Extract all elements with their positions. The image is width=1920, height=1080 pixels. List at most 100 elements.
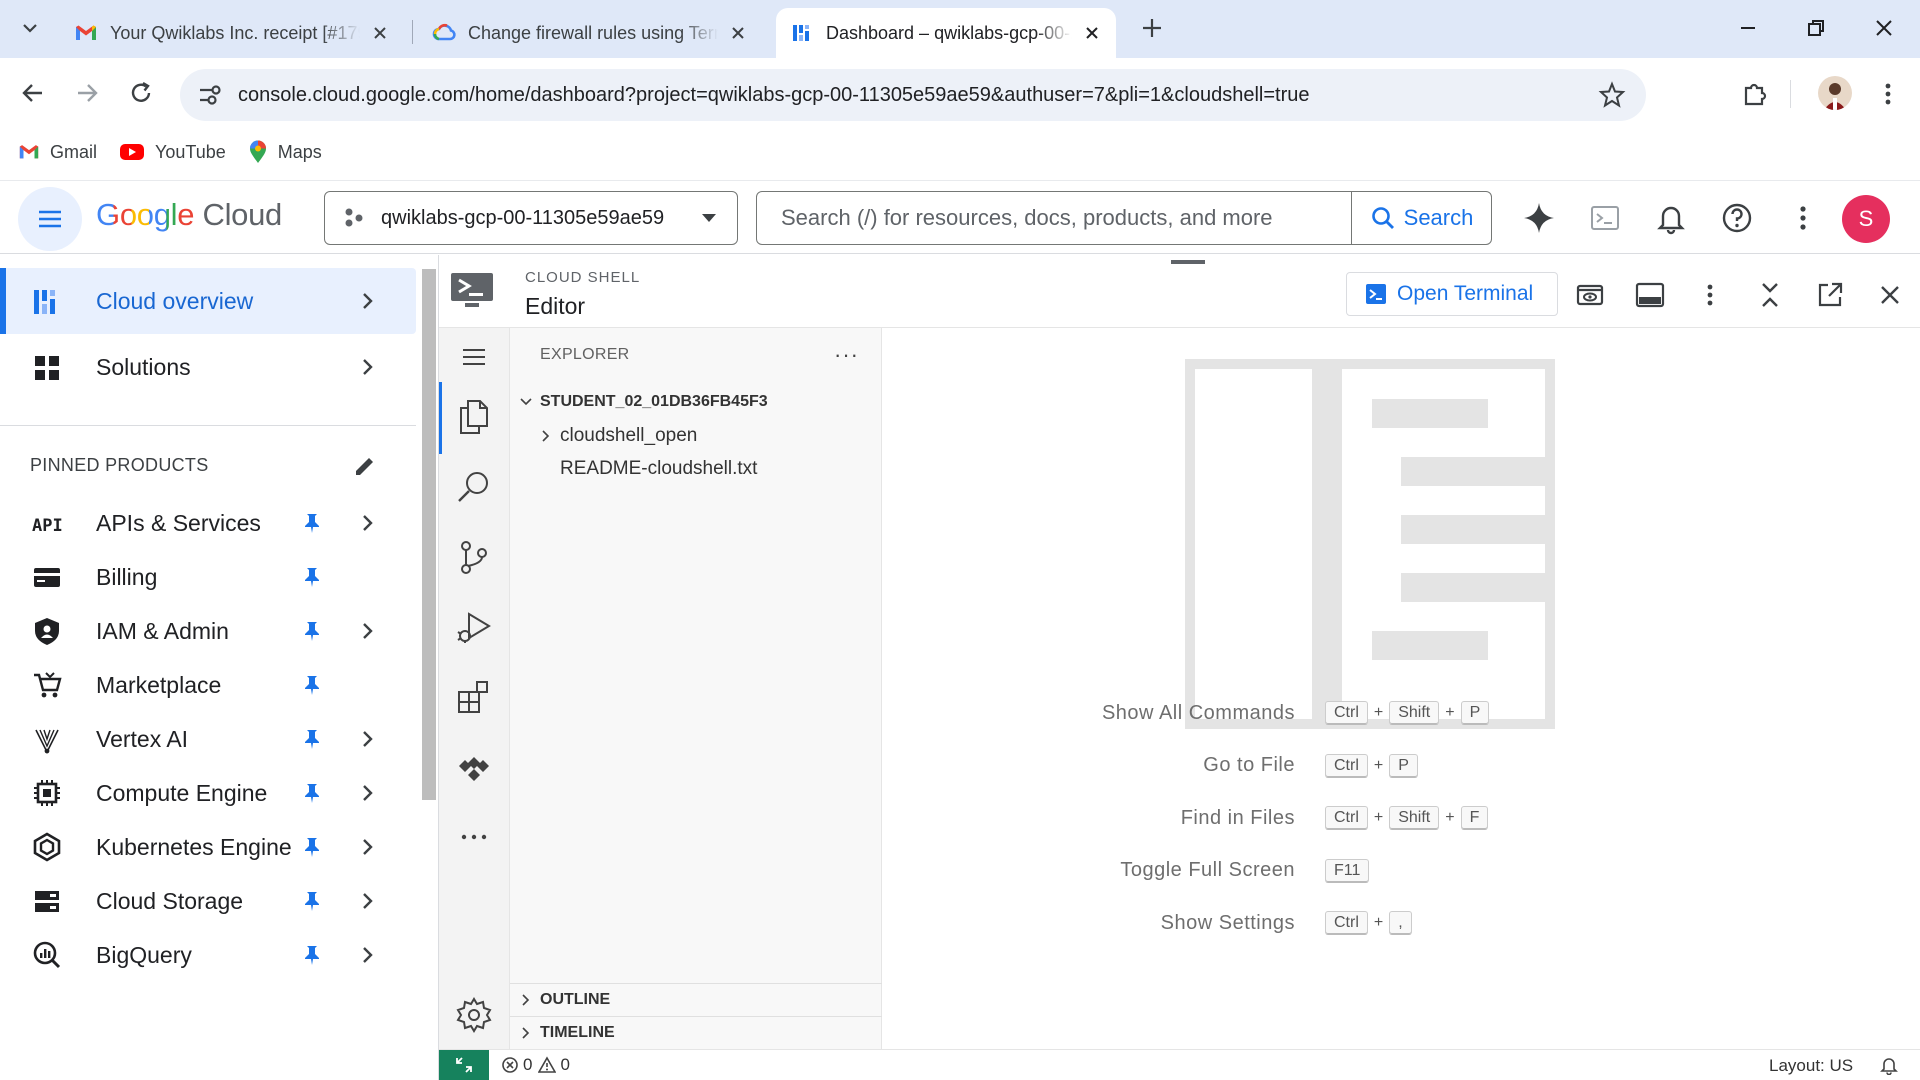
keyboard-layout-indicator[interactable]: Layout: US	[1769, 1056, 1853, 1076]
chevron-right-icon[interactable]	[356, 890, 378, 912]
nav-scrollbar[interactable]	[422, 269, 436, 800]
pinned-item-bigquery[interactable]: BigQuery	[0, 928, 416, 982]
open-new-window-icon[interactable]	[1815, 280, 1845, 310]
project-picker[interactable]: qwiklabs-gcp-00-11305e59ae59	[324, 191, 738, 245]
search-icon[interactable]	[455, 468, 493, 506]
chevron-right-icon[interactable]	[356, 836, 378, 858]
tree-item-folder[interactable]: cloudshell_open	[510, 420, 882, 452]
gemini-sparkle-icon[interactable]	[1522, 201, 1556, 235]
pinned-item-compute-engine[interactable]: Compute Engine	[0, 766, 416, 820]
browser-tab-1[interactable]: Change firewall rules using Terr	[418, 8, 762, 58]
close-icon[interactable]	[728, 23, 748, 43]
nav-divider	[0, 425, 416, 426]
source-control-icon[interactable]	[455, 538, 493, 576]
cloud-shell-icon[interactable]	[1588, 201, 1622, 235]
site-settings-icon[interactable]	[194, 80, 224, 110]
outline-section[interactable]: OUTLINE	[510, 983, 882, 1015]
tree-item-file[interactable]: README-cloudshell.txt	[510, 453, 882, 485]
terminal-panel-icon[interactable]	[1635, 280, 1665, 310]
extensions-icon[interactable]	[455, 678, 493, 716]
user-avatar[interactable]: S	[1842, 195, 1890, 243]
search-button[interactable]: Search	[1351, 192, 1491, 244]
explorer-more-button[interactable]: ···	[834, 342, 859, 368]
run-debug-icon[interactable]	[455, 608, 493, 646]
remote-indicator[interactable]	[439, 1050, 489, 1080]
chevron-right-icon[interactable]	[356, 356, 378, 378]
web-preview-icon[interactable]	[1575, 280, 1605, 310]
nav-item-cloud-overview[interactable]: Cloud overview	[0, 268, 416, 334]
resize-handle[interactable]	[1171, 260, 1205, 264]
notifications-bell-icon[interactable]	[1654, 201, 1688, 235]
more-vert-icon[interactable]	[1695, 280, 1725, 310]
more-vert-icon[interactable]	[1786, 201, 1820, 235]
pinned-item-vertex-ai[interactable]: Vertex AI	[0, 712, 416, 766]
chevron-right-icon[interactable]	[356, 512, 378, 534]
search-input[interactable]: Search (/) for resources, docs, products…	[781, 205, 1273, 231]
browser-tab-0[interactable]: Your Qwiklabs Inc. receipt [#179	[60, 8, 404, 58]
extensions-icon[interactable]	[1738, 78, 1770, 110]
pinned-item-iam-admin[interactable]: IAM & Admin	[0, 604, 416, 658]
edit-pencil-icon[interactable]	[352, 453, 378, 479]
pin-icon[interactable]	[300, 565, 324, 589]
pin-icon[interactable]	[300, 727, 324, 751]
cloud-code-icon[interactable]	[455, 748, 493, 786]
editor-watermark-logo	[1185, 359, 1555, 729]
new-tab-plus-icon[interactable]	[1138, 14, 1166, 42]
tab-search-button[interactable]	[14, 12, 46, 44]
main-menu-button[interactable]	[18, 187, 82, 251]
search-bar[interactable]: Search (/) for resources, docs, products…	[756, 191, 1492, 245]
chevron-down-icon	[520, 398, 532, 406]
chevron-right-icon[interactable]	[356, 620, 378, 642]
pinned-item-cloud-storage[interactable]: Cloud Storage	[0, 874, 416, 928]
pinned-item-apis-services[interactable]: API APIs & Services	[0, 496, 416, 550]
back-arrow-icon[interactable]	[18, 78, 48, 108]
pin-icon[interactable]	[300, 511, 324, 535]
close-icon[interactable]	[370, 23, 390, 43]
key-cap: F	[1460, 806, 1489, 830]
close-icon[interactable]	[1875, 280, 1905, 310]
settings-gear-icon[interactable]	[455, 996, 493, 1034]
nav-label: IAM & Admin	[96, 617, 229, 644]
dashboard-icon	[34, 290, 55, 314]
profile-avatar[interactable]	[1818, 76, 1852, 110]
pinned-item-kubernetes-engine[interactable]: Kubernetes Engine	[0, 820, 416, 874]
pin-icon[interactable]	[300, 835, 324, 859]
chevron-right-icon[interactable]	[356, 728, 378, 750]
pin-icon[interactable]	[300, 673, 324, 697]
address-bar[interactable]: console.cloud.google.com/home/dashboard?…	[180, 69, 1646, 121]
chevron-right-icon[interactable]	[356, 782, 378, 804]
bookmark-maps[interactable]: Maps	[248, 140, 322, 164]
pin-icon[interactable]	[300, 943, 324, 967]
explorer-files-icon[interactable]	[455, 398, 493, 436]
chevron-right-icon[interactable]	[356, 290, 378, 312]
more-horizontal-icon[interactable]	[455, 818, 493, 856]
reload-icon[interactable]	[126, 78, 156, 108]
pin-icon[interactable]	[300, 619, 324, 643]
forward-arrow-icon[interactable]	[72, 78, 102, 108]
bookmark-star-icon[interactable]	[1598, 81, 1626, 109]
bookmark-youtube[interactable]: YouTube	[119, 142, 226, 163]
help-icon[interactable]	[1720, 201, 1754, 235]
minimize-icon[interactable]	[1734, 14, 1762, 42]
open-terminal-button[interactable]: Open Terminal	[1346, 272, 1558, 316]
chevron-right-icon[interactable]	[356, 944, 378, 966]
pin-icon[interactable]	[300, 781, 324, 805]
problems-indicator[interactable]: 0 0	[501, 1055, 576, 1075]
pin-icon[interactable]	[300, 889, 324, 913]
window-close-icon[interactable]	[1870, 14, 1898, 42]
nav-item-solutions[interactable]: Solutions	[0, 334, 416, 400]
google-cloud-logo[interactable]: Google Cloud	[96, 197, 282, 233]
browser-tab-2-active[interactable]: Dashboard – qwiklabs-gcp-00-1	[776, 8, 1116, 58]
notifications-bell-icon[interactable]	[1879, 1055, 1899, 1075]
restore-icon[interactable]	[1802, 14, 1830, 42]
menu-icon[interactable]	[455, 338, 493, 376]
pinned-item-billing[interactable]: Billing	[0, 550, 416, 604]
workspace-root-folder[interactable]: STUDENT_02_01DB36FB45F3	[510, 386, 882, 418]
minimize-panel-icon[interactable]	[1755, 280, 1785, 310]
close-icon[interactable]	[1082, 23, 1102, 43]
pinned-item-marketplace[interactable]: Marketplace	[0, 658, 416, 712]
console-header: Google Cloud qwiklabs-gcp-00-11305e59ae5…	[0, 180, 1920, 254]
more-vert-icon[interactable]	[1872, 78, 1904, 110]
timeline-section[interactable]: TIMELINE	[510, 1016, 882, 1048]
bookmark-gmail[interactable]: Gmail	[18, 141, 97, 163]
